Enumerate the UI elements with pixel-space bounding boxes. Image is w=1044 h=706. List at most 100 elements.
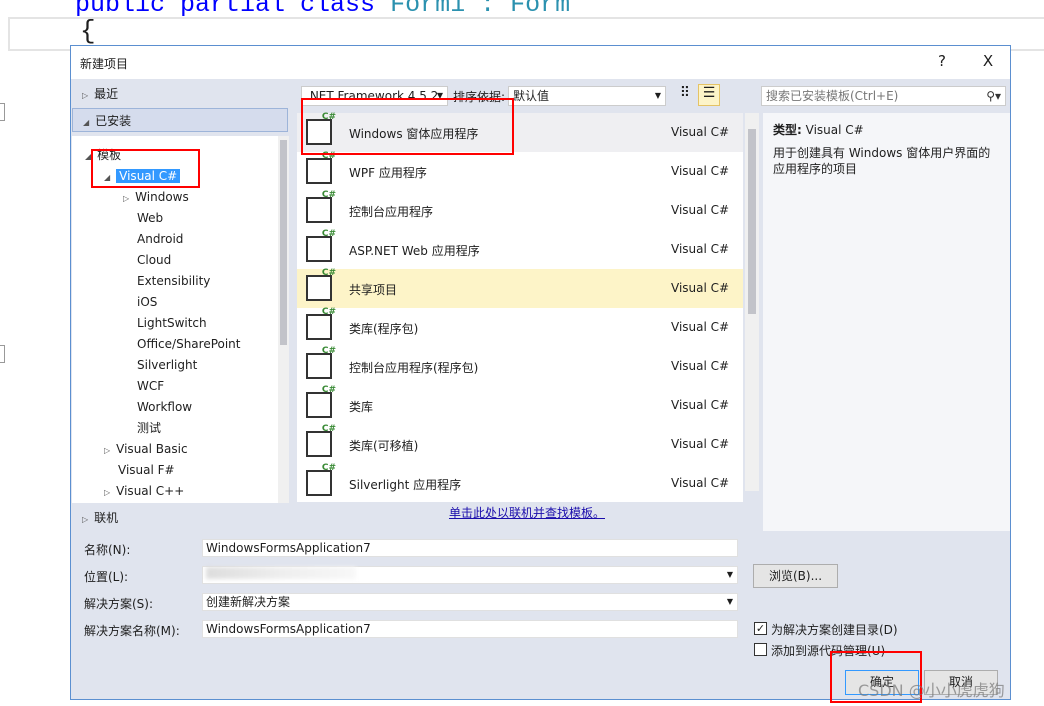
template-language: Visual C# [671, 242, 730, 256]
solution-label: 解决方案(S): [84, 597, 154, 611]
tree-item[interactable]: ▷ Visual C++ [104, 482, 184, 502]
template-item[interactable]: C# ASP.NET Web 应用程序 Visual C# [297, 229, 743, 269]
name-label: 名称(N): [84, 543, 131, 557]
type-label: 类型: [773, 123, 802, 137]
nav-label: 最近 [94, 87, 119, 101]
tree-item-label: Visual Basic [116, 442, 188, 456]
template-item[interactable]: C# 控制台应用程序 Visual C# [297, 190, 743, 230]
name-input[interactable]: WindowsFormsApplication7 [202, 539, 738, 557]
tree-item[interactable]: WCF [123, 377, 164, 397]
dropdown-arrow-icon: ▼ [654, 91, 661, 100]
template-language: Visual C# [671, 359, 730, 373]
csharp-project-icon: C# [306, 268, 336, 301]
template-language: Visual C# [671, 281, 730, 295]
tree-scrollbar[interactable] [278, 136, 289, 503]
tree-item-label: LightSwitch [137, 316, 207, 330]
template-language: Visual C# [671, 164, 730, 178]
template-name: 类库(程序包) [349, 322, 419, 336]
tree-item[interactable]: Web [123, 209, 163, 229]
sort-dropdown[interactable]: 默认值 ▼ [508, 86, 666, 106]
csharp-project-icon: C# [306, 346, 336, 379]
solution-name-label: 解决方案名称(M): [84, 624, 180, 638]
template-item[interactable]: C# 类库(可移植) Visual C# [297, 424, 743, 464]
dropdown-arrow-icon: ▼ [726, 597, 733, 606]
tree-item[interactable]: iOS [123, 293, 157, 313]
template-item[interactable]: C# 控制台应用程序(程序包) Visual C# [297, 346, 743, 386]
template-item[interactable]: C# 类库(程序包) Visual C# [297, 307, 743, 347]
template-tree: ◢ 模板 ◢ Visual C# ▷ Windows Web Android Cloud Exte… [72, 136, 289, 503]
expand-icon[interactable]: ▷ [104, 488, 110, 497]
tree-item-label: Visual F# [118, 463, 175, 477]
tree-item[interactable]: Workflow [123, 398, 192, 418]
source-control-checkbox[interactable] [754, 643, 767, 656]
help-button[interactable]: ? [930, 52, 954, 70]
tree-item[interactable]: Cloud [123, 251, 171, 271]
tree-item-label: Extensibility [137, 274, 211, 288]
expand-icon: ▷ [82, 91, 89, 100]
csharp-project-icon: C# [306, 229, 336, 262]
template-name: 类库 [349, 400, 374, 414]
template-item[interactable]: C# Silverlight 应用程序 Visual C# [297, 463, 743, 503]
template-name: 共享项目 [349, 283, 398, 297]
type-value: Visual C# [805, 123, 864, 137]
template-language: Visual C# [671, 203, 730, 217]
tree-item[interactable]: 测试 [123, 419, 161, 439]
template-description: 用于创建具有 Windows 窗体用户界面的应用程序的项目 [773, 146, 991, 176]
template-name: WPF 应用程序 [349, 166, 427, 180]
template-item[interactable]: C# 类库 Visual C# [297, 385, 743, 425]
expand-icon[interactable]: ▷ [104, 446, 110, 455]
tree-item[interactable]: Silverlight [123, 356, 197, 376]
tree-item-label: Android [137, 232, 184, 246]
solution-name-input[interactable]: WindowsFormsApplication7 [202, 620, 738, 638]
tree-item[interactable]: LightSwitch [123, 314, 207, 334]
nav-recent[interactable]: ▷ 最近 [72, 82, 288, 106]
online-templates-link[interactable]: 单击此处以联机并查找模板。 [297, 504, 757, 521]
tree-item-label: Cloud [137, 253, 172, 267]
create-dir-checkbox[interactable]: ✓ [754, 622, 767, 635]
tree-item-label: Workflow [137, 400, 193, 414]
tree-item[interactable]: Office/SharePoint [123, 335, 241, 355]
tree-item[interactable]: ▷ Visual Basic [104, 440, 188, 460]
tree-item-label: Visual C++ [116, 484, 185, 498]
template-list: C# Windows 窗体应用程序 Visual C# C# WPF 应用程序 Visua… [297, 112, 759, 503]
csharp-project-icon: C# [306, 151, 336, 184]
expand-icon: ▷ [82, 515, 89, 524]
tree-item[interactable]: Visual F# [104, 461, 175, 481]
template-name: ASP.NET Web 应用程序 [349, 244, 480, 258]
annotation-box [301, 98, 514, 155]
search-icon: ⚲▾ [986, 89, 1001, 103]
collapse-icon: ◢ [83, 118, 90, 127]
tree-item-label: Office/SharePoint [137, 337, 241, 351]
tree-item-label: Web [137, 211, 164, 225]
template-language: Visual C# [671, 320, 730, 334]
browse-button[interactable]: 浏览(B)... [753, 564, 838, 588]
csharp-project-icon: C# [306, 463, 336, 496]
location-input[interactable]: ▼ [202, 566, 738, 584]
template-name: 类库(可移植) [349, 439, 419, 453]
tree-item-label: iOS [137, 295, 158, 309]
expand-icon[interactable]: ▷ [123, 194, 129, 203]
template-language: Visual C# [671, 476, 730, 490]
tree-item-label: WCF [137, 379, 165, 393]
solution-dropdown[interactable]: 创建新解决方案 ▼ [202, 593, 738, 611]
tree-item-label: 测试 [137, 421, 162, 435]
csharp-project-icon: C# [306, 424, 336, 457]
tree-item-label: Silverlight [137, 358, 198, 372]
details-pane: 类型: Visual C# 用于创建具有 Windows 窗体用户界面的应用程序… [763, 113, 1010, 531]
grid-view-icon[interactable]: ⠿ [675, 85, 695, 105]
list-scrollbar[interactable] [745, 113, 759, 491]
title-bar: 新建项目 ? X [71, 46, 1010, 79]
tree-item[interactable]: ▷ Windows [123, 188, 189, 208]
template-item[interactable]: C# WPF 应用程序 Visual C# [297, 151, 743, 191]
annotation-box [91, 149, 200, 188]
tree-item[interactable]: Android [123, 230, 183, 250]
list-view-icon[interactable]: ☰ [698, 84, 720, 106]
template-item[interactable]: C# 共享项目 Visual C# [297, 268, 743, 308]
close-button[interactable]: X [976, 52, 1000, 70]
tree-item[interactable]: Extensibility [123, 272, 210, 292]
new-project-dialog: 新建项目 ? X ▷ 最近 ◢ 已安装 ◢ 模板 ◢ Visual C# ▷ Windows W… [70, 45, 1011, 700]
template-name: 控制台应用程序 [349, 205, 434, 219]
nav-installed[interactable]: ◢ 已安装 [72, 108, 288, 132]
search-input[interactable]: 搜索已安装模板(Ctrl+E) ⚲▾ [761, 86, 1006, 106]
nav-online[interactable]: ▷ 联机 [72, 506, 288, 530]
